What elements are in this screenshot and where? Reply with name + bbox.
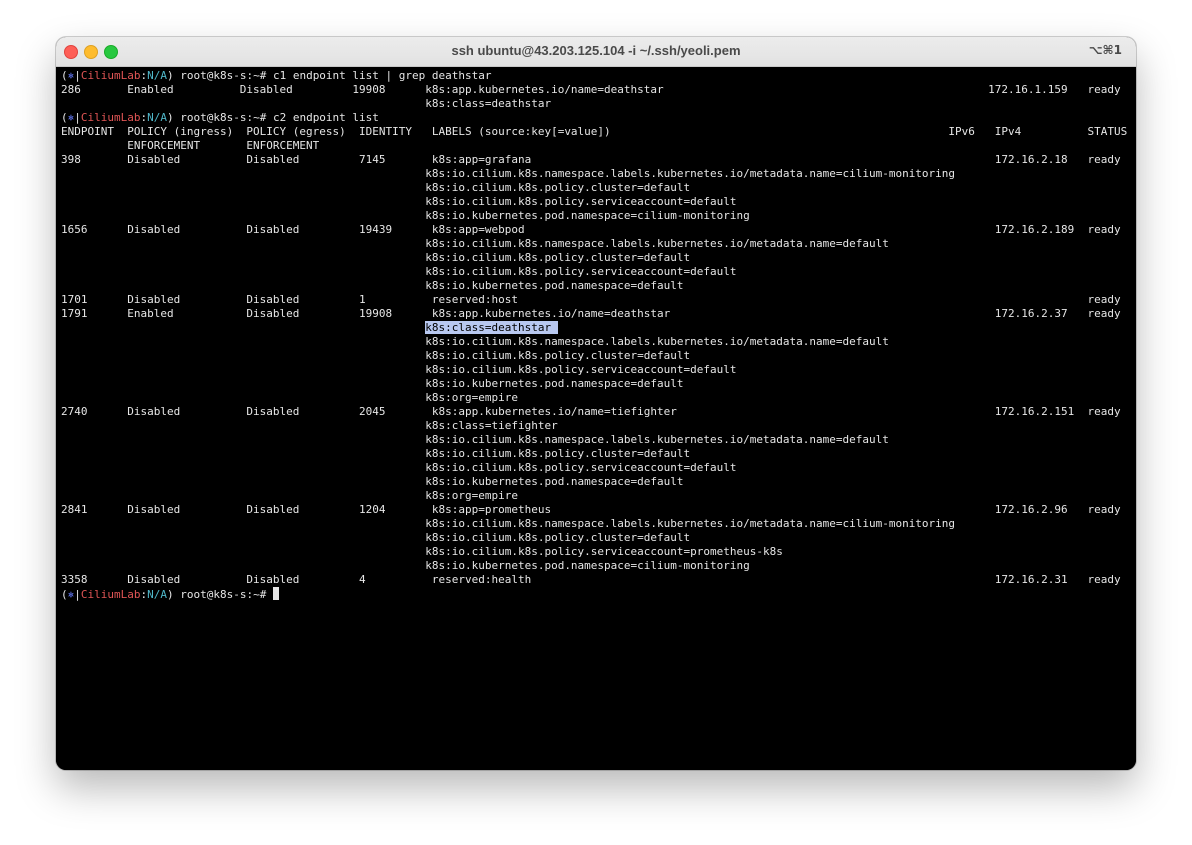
c1-output-line: 286 Enabled Disabled 19908 k8s:app.kuber…: [61, 83, 1121, 96]
endpoint-row-line: k8s:io.cilium.k8s.namespace.labels.kuber…: [61, 335, 889, 348]
prompt-paren-close: ): [166, 588, 174, 601]
terminal-output[interactable]: (⎈|CiliumLab:N/A) root@k8s-s:~# c1 endpo…: [56, 67, 1136, 770]
endpoint-row-line: 3358 Disabled Disabled 4 reserved:health…: [61, 573, 1121, 586]
terminal-window: ssh ubuntu@43.203.125.104 -i ~/.ssh/yeol…: [56, 37, 1136, 770]
table-header-line: ENFORCEMENT ENFORCEMENT: [61, 139, 320, 152]
prompt-line-c1: (⎈|CiliumLab:N/A) root@k8s-s:~# c1 endpo…: [61, 69, 492, 83]
prompt-line-current: (⎈|CiliumLab:N/A) root@k8s-s:~#: [61, 587, 279, 601]
endpoint-row-line: k8s:io.cilium.k8s.namespace.labels.kuber…: [61, 167, 956, 180]
endpoint-row-line: k8s:io.kubernetes.pod.namespace=default: [61, 475, 684, 488]
kube-context: CiliumLab: [80, 69, 141, 82]
endpoint-row-line: k8s:io.cilium.k8s.policy.cluster=default: [61, 251, 691, 264]
endpoint-row-line: k8s:io.cilium.k8s.policy.cluster=default: [61, 349, 691, 362]
endpoint-row-line: k8s:org=empire: [61, 391, 518, 404]
endpoint-row-line: k8s:io.cilium.k8s.policy.serviceaccount=…: [61, 265, 737, 278]
endpoint-row-line: k8s:io.cilium.k8s.namespace.labels.kuber…: [61, 517, 956, 530]
prompt-separator: |: [74, 588, 81, 601]
endpoint-row-line: k8s:io.cilium.k8s.policy.cluster=default: [61, 447, 691, 460]
kube-context: CiliumLab: [80, 588, 141, 601]
c1-output-line: k8s:class=deathstar: [61, 97, 552, 110]
prompt-paren-close: ): [166, 111, 174, 124]
command-text: c1 endpoint list | grep deathstar: [272, 69, 492, 82]
endpoint-row-line-selected: k8s:class=deathstar: [61, 321, 558, 335]
prompt-paren-open: (: [61, 111, 68, 124]
endpoint-row-line: k8s:io.cilium.k8s.policy.serviceaccount=…: [61, 195, 737, 208]
title-bar[interactable]: ssh ubuntu@43.203.125.104 -i ~/.ssh/yeol…: [56, 37, 1136, 67]
prompt-user-host: root@k8s-s:~#: [173, 69, 273, 82]
endpoint-row-line: 1656 Disabled Disabled 19439 k8s:app=web…: [61, 223, 1121, 236]
endpoint-row-line: k8s:io.cilium.k8s.policy.serviceaccount=…: [61, 461, 737, 474]
prompt-paren-close: ): [166, 69, 174, 82]
selected-text: k8s:class=deathstar: [425, 321, 558, 334]
prompt-separator: |: [74, 111, 81, 124]
endpoint-row-line: k8s:io.kubernetes.pod.namespace=cilium-m…: [61, 559, 750, 572]
table-header-line: ENDPOINT POLICY (ingress) POLICY (egress…: [61, 125, 1128, 138]
endpoint-row-line: k8s:io.kubernetes.pod.namespace=default: [61, 279, 684, 292]
endpoint-row-line: k8s:io.cilium.k8s.policy.cluster=default: [61, 181, 691, 194]
prompt-separator: |: [74, 69, 81, 82]
endpoint-row-line: 2740 Disabled Disabled 2045 k8s:app.kube…: [61, 405, 1121, 418]
endpoint-row-line: k8s:io.cilium.k8s.namespace.labels.kuber…: [61, 433, 889, 446]
kube-namespace: N/A: [147, 588, 167, 601]
endpoint-row-line: 2841 Disabled Disabled 1204 k8s:app=prom…: [61, 503, 1121, 516]
kube-context: CiliumLab: [80, 111, 141, 124]
endpoint-row-line: k8s:org=empire: [61, 489, 518, 502]
endpoint-row-line: 1701 Disabled Disabled 1 reserved:host r…: [61, 293, 1121, 306]
command-text: c2 endpoint list: [272, 111, 379, 124]
endpoint-row-line: 1791 Enabled Disabled 19908 k8s:app.kube…: [61, 307, 1121, 320]
tab-shortcut-label: ⌥⌘1: [1088, 43, 1122, 57]
window-title: ssh ubuntu@43.203.125.104 -i ~/.ssh/yeol…: [451, 43, 741, 58]
prompt-paren-open: (: [61, 69, 68, 82]
endpoint-row-line: k8s:class=tiefighter: [61, 419, 558, 432]
endpoint-row-line: k8s:io.cilium.k8s.namespace.labels.kuber…: [61, 237, 889, 250]
text-cursor: [272, 587, 279, 600]
prompt-user-host: root@k8s-s:~#: [173, 111, 273, 124]
kube-namespace: N/A: [147, 69, 167, 82]
prompt-line-c2: (⎈|CiliumLab:N/A) root@k8s-s:~# c2 endpo…: [61, 111, 379, 125]
endpoint-row-line: 398 Disabled Disabled 7145 k8s:app=grafa…: [61, 153, 1121, 166]
endpoint-row-line: k8s:io.kubernetes.pod.namespace=cilium-m…: [61, 209, 750, 222]
prompt-paren-open: (: [61, 588, 68, 601]
prompt-user-host: root@k8s-s:~#: [173, 588, 273, 601]
endpoint-row-line: k8s:io.cilium.k8s.policy.serviceaccount=…: [61, 363, 737, 376]
endpoint-row-line: k8s:io.kubernetes.pod.namespace=default: [61, 377, 684, 390]
endpoint-row-line: k8s:io.cilium.k8s.policy.serviceaccount=…: [61, 545, 783, 558]
endpoint-row-line: k8s:io.cilium.k8s.policy.cluster=default: [61, 531, 691, 544]
kube-namespace: N/A: [147, 111, 167, 124]
